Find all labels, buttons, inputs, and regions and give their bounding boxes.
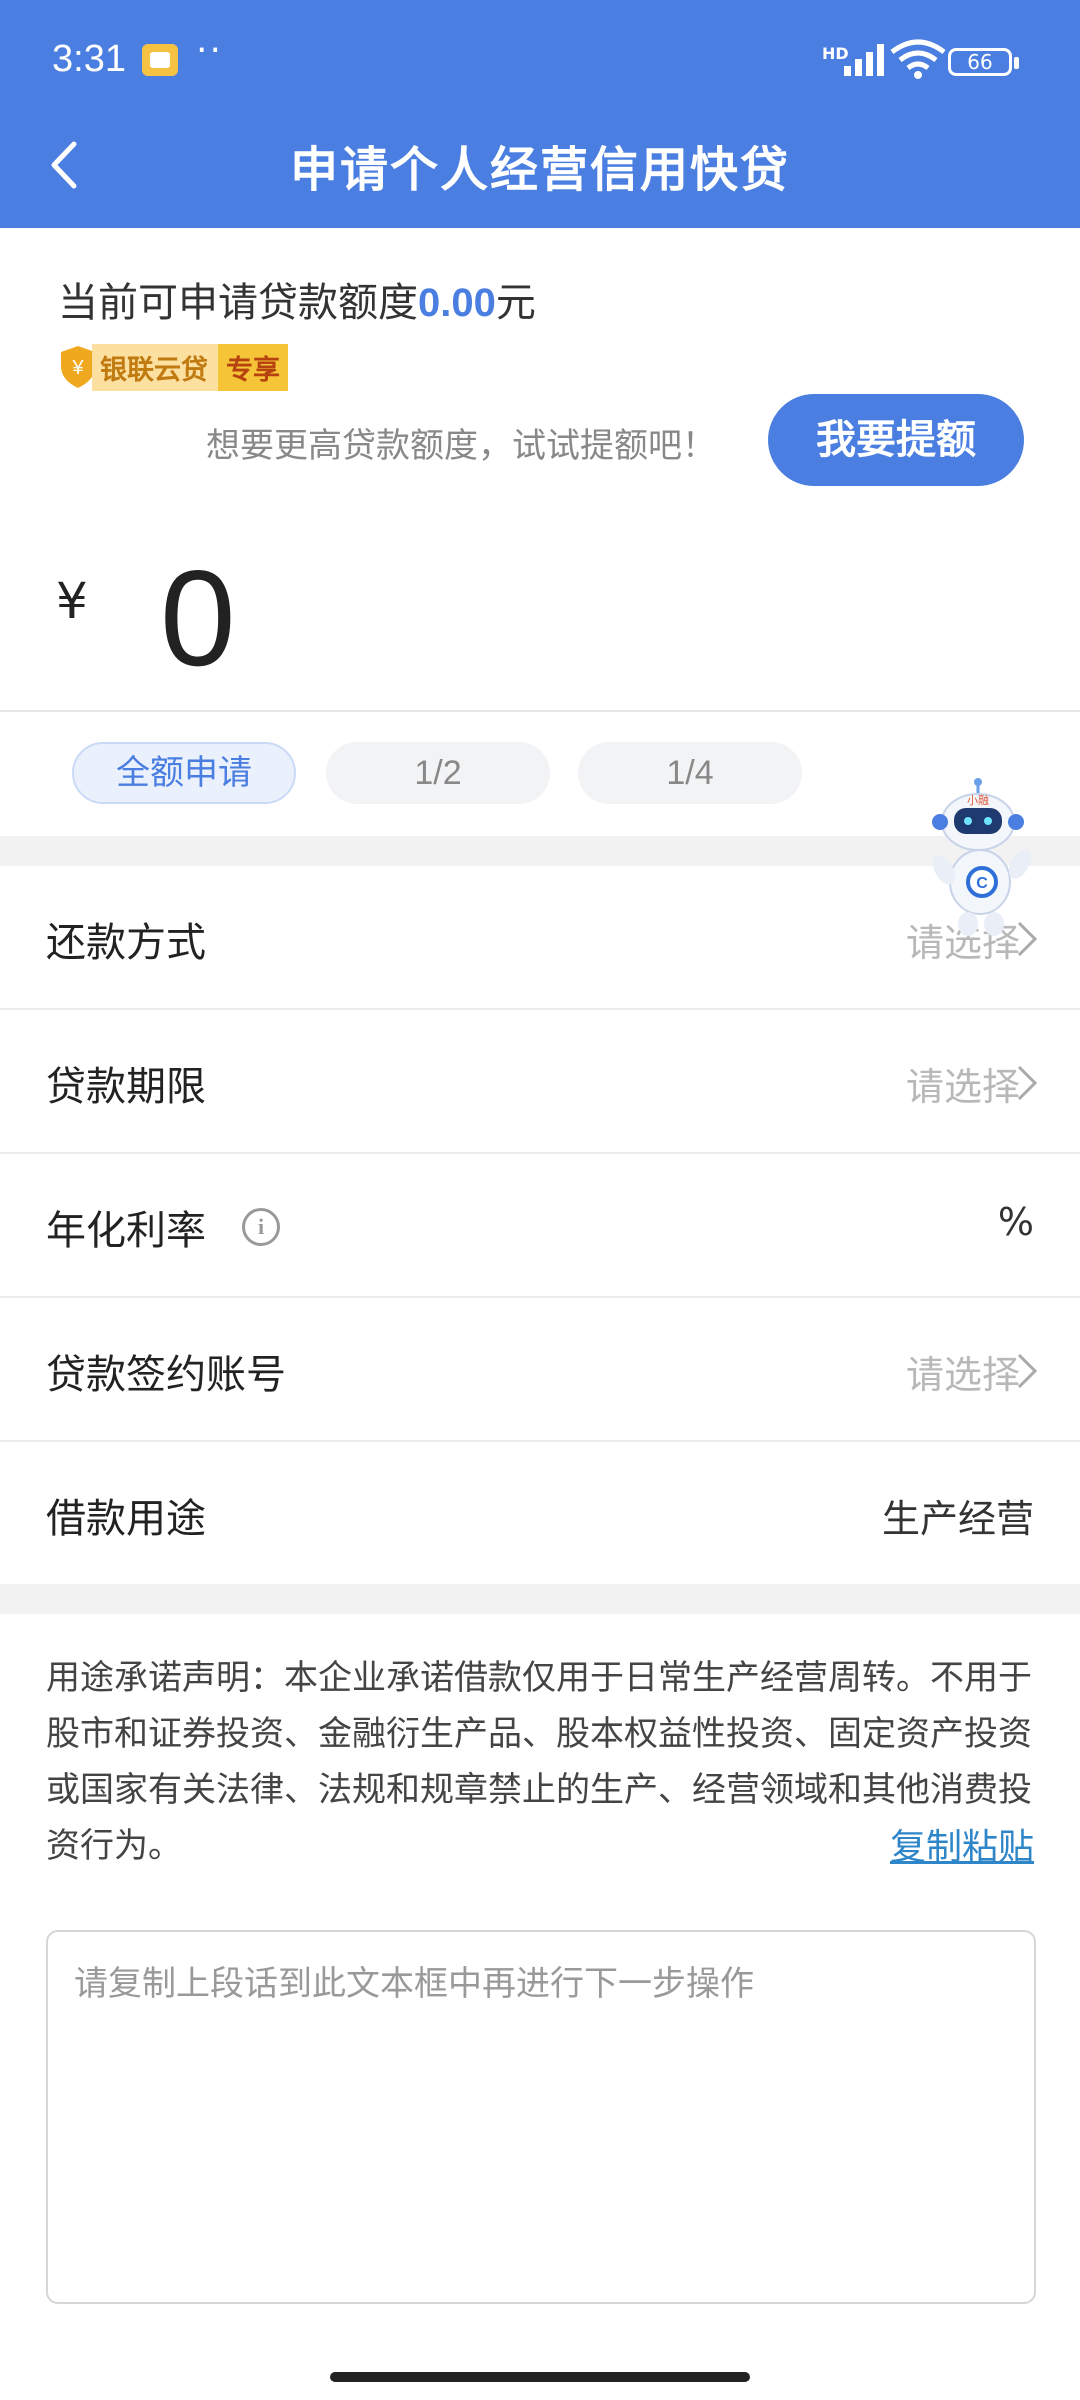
statement-input[interactable]	[46, 1930, 1036, 2304]
option-half[interactable]: 1/2	[326, 742, 550, 804]
option-quarter[interactable]: 1/4	[578, 742, 802, 804]
page-title: 申请个人经营信用快贷	[289, 142, 790, 198]
quota-suffix: 元	[495, 280, 536, 326]
loan-amount-input[interactable]: ¥ 0	[0, 520, 1080, 712]
repay-method-label: 还款方式	[46, 920, 206, 966]
notes-app-icon	[142, 44, 178, 76]
raise-hint: 想要更高贷款额度，试试提额吧！	[206, 426, 716, 466]
unionpay-badge: ¥ 银联云贷 专享	[58, 343, 288, 391]
loan-term-value[interactable]: 请选择	[906, 1056, 1020, 1111]
option-full-amount[interactable]: 全额申请	[72, 742, 296, 804]
status-time: 3:31	[52, 38, 126, 80]
loan-term-row[interactable]: 贷款期限 请选择	[0, 1010, 1080, 1154]
loan-term-label: 贷款期限	[46, 1064, 206, 1110]
quota-amount: 0.00	[418, 281, 496, 325]
battery-icon: 66	[948, 48, 1019, 76]
sign-account-row[interactable]: 贷款签约账号 请选择	[0, 1298, 1080, 1442]
annual-rate-value: %	[997, 1200, 1034, 1244]
loan-purpose-label: 借款用途	[46, 1496, 206, 1542]
badge-tag: 专享	[218, 343, 288, 391]
status-bar: 3:31 ·· HD 66	[0, 0, 1080, 120]
chevron-right-icon	[1017, 1353, 1038, 1389]
copy-paste-link[interactable]: 复制粘贴	[890, 1818, 1034, 1870]
available-quota: 当前可申请贷款额度0.00元	[58, 270, 536, 328]
annual-rate-row: 年化利率 i %	[0, 1154, 1080, 1298]
repay-method-row[interactable]: 还款方式 请选择	[0, 866, 1080, 1010]
home-indicator[interactable]	[330, 2372, 750, 2382]
badge-brand: 银联云贷	[92, 343, 218, 391]
amount-value[interactable]: 0	[160, 540, 236, 696]
robot-assistant-icon[interactable]: 小融 C	[928, 778, 1046, 938]
loan-purpose-value: 生产经营	[881, 1497, 1034, 1541]
chevron-right-icon	[1017, 1065, 1038, 1101]
info-icon[interactable]: i	[242, 1208, 280, 1246]
annual-rate-label: 年化利率	[46, 1208, 206, 1254]
loan-purpose-row: 借款用途 生产经营	[0, 1442, 1080, 1586]
svg-text:¥: ¥	[71, 357, 84, 379]
currency-symbol: ¥	[56, 572, 88, 630]
mascot-tag: 小融	[967, 794, 989, 807]
raise-limit-button[interactable]: 我要提额	[768, 394, 1024, 486]
svg-text:C: C	[976, 875, 988, 892]
section-divider	[0, 836, 1080, 866]
more-notifications-icon: ··	[196, 30, 223, 71]
sign-account-label: 贷款签约账号	[46, 1352, 286, 1398]
quota-prefix: 当前可申请贷款额度	[58, 280, 418, 326]
section-divider	[0, 1584, 1080, 1614]
sign-account-value[interactable]: 请选择	[906, 1344, 1020, 1399]
wifi-icon	[890, 39, 946, 79]
signal-icon	[844, 44, 884, 76]
top-bar: 3:31 ·· HD 66 申请个人经营信用快贷	[0, 0, 1080, 228]
